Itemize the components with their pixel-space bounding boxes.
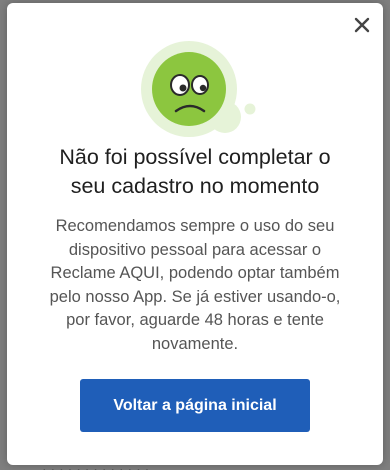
modal-title-line: seu cadastro no momento [70, 174, 320, 198]
close-button[interactable] [351, 14, 373, 36]
message-line: dispositivo pessoal para acessar o [68, 240, 322, 259]
modal-message: Recomendamos sempre o uso do seu disposi… [35, 215, 355, 356]
registration-error-modal: Não foi possível completar o seu cadastr… [7, 3, 383, 465]
message-line: novamente. [151, 334, 239, 353]
message-line: Recomendamos sempre o uso do seu [55, 217, 335, 235]
sad-face-illustration [137, 37, 257, 147]
modal-title: Não foi possível completar o seu cadastr… [7, 143, 383, 201]
message-line: por favor, aguarde 48 horas e tente [66, 311, 324, 329]
message-line: pelo nosso App. Se já estiver usando-o, [49, 287, 341, 306]
sad-face-icon [141, 41, 256, 137]
back-to-home-button[interactable]: Voltar a página inicial [80, 379, 310, 432]
close-icon [354, 17, 370, 33]
modal-title-line: Não foi possível completar o [59, 145, 331, 169]
message-line: Reclame AQUI, podendo optar também [50, 264, 340, 282]
